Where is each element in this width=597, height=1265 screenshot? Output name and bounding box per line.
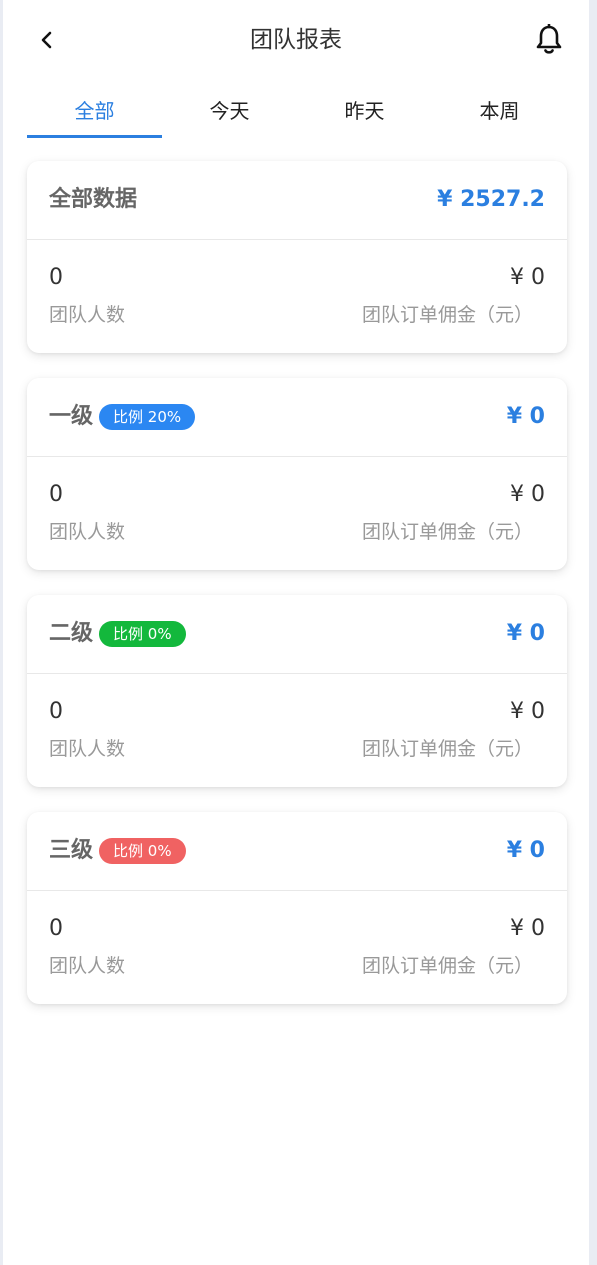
tab-all[interactable]: 全部	[27, 88, 162, 138]
member-count-label: 团队人数	[49, 521, 126, 543]
header-bar: 团队报表	[3, 0, 589, 82]
card-header: 一级 比例 20% ¥ 0	[27, 378, 567, 457]
card-total-amount: ¥ 0	[506, 838, 545, 863]
card-header: 全部数据 ¥ 2527.2	[27, 161, 567, 240]
summary-card-level1: 一级 比例 20% ¥ 0 0 ¥ 0 团队人数 团队订单佣金（元）	[27, 378, 567, 570]
card-title: 全部数据	[49, 183, 137, 217]
tab-today[interactable]: 今天	[162, 88, 297, 138]
tab-this-week[interactable]: 本周	[432, 88, 567, 138]
commission-label: 团队订单佣金（元）	[361, 955, 533, 977]
commission-value: ¥ 0	[510, 265, 545, 290]
commission-label: 团队订单佣金（元）	[361, 521, 533, 543]
card-body: 0 ¥ 0 团队人数 团队订单佣金（元）	[27, 457, 567, 570]
team-report-page: 团队报表 全部 今天 昨天 本周 全部数据 ¥ 2527.2 0 ¥ 0 团队人…	[3, 0, 589, 1265]
member-count-value: 0	[49, 699, 63, 724]
commission-value: ¥ 0	[510, 482, 545, 507]
member-count-value: 0	[49, 482, 63, 507]
card-total-amount: ¥ 2527.2	[437, 187, 545, 212]
card-body: 0 ¥ 0 团队人数 团队订单佣金（元）	[27, 240, 567, 353]
commission-value: ¥ 0	[510, 916, 545, 941]
member-count-label: 团队人数	[49, 955, 126, 977]
commission-label: 团队订单佣金（元）	[361, 738, 533, 760]
page-title: 团队报表	[250, 27, 342, 53]
bell-icon	[536, 24, 562, 54]
member-count-value: 0	[49, 916, 63, 941]
summary-card-all: 全部数据 ¥ 2527.2 0 ¥ 0 团队人数 团队订单佣金（元）	[27, 161, 567, 353]
card-title: 三级 比例 0%	[49, 834, 186, 868]
card-title-text: 全部数据	[49, 187, 138, 212]
card-total-amount: ¥ 0	[506, 621, 545, 646]
card-total-amount: ¥ 0	[506, 404, 545, 429]
card-body: 0 ¥ 0 团队人数 团队订单佣金（元）	[27, 891, 567, 1004]
card-title-text: 三级	[49, 838, 94, 863]
commission-value: ¥ 0	[510, 699, 545, 724]
card-header: 二级 比例 0% ¥ 0	[27, 595, 567, 674]
member-count-label: 团队人数	[49, 738, 126, 760]
member-count-value: 0	[49, 265, 63, 290]
ratio-badge: 比例 20%	[99, 404, 196, 430]
card-title: 二级 比例 0%	[49, 617, 186, 651]
card-body: 0 ¥ 0 团队人数 团队订单佣金（元）	[27, 674, 567, 787]
member-count-label: 团队人数	[49, 304, 126, 326]
card-title: 一级 比例 20%	[49, 400, 196, 434]
ratio-badge: 比例 0%	[99, 838, 186, 864]
summary-card-level2: 二级 比例 0% ¥ 0 0 ¥ 0 团队人数 团队订单佣金（元）	[27, 595, 567, 787]
card-title-text: 一级	[49, 404, 94, 429]
notification-button[interactable]	[531, 22, 567, 58]
tab-yesterday[interactable]: 昨天	[297, 88, 432, 138]
summary-card-level3: 三级 比例 0% ¥ 0 0 ¥ 0 团队人数 团队订单佣金（元）	[27, 812, 567, 1004]
card-header: 三级 比例 0% ¥ 0	[27, 812, 567, 891]
date-filter-tabs: 全部 今天 昨天 本周	[27, 88, 567, 138]
card-title-text: 二级	[49, 621, 94, 646]
ratio-badge: 比例 0%	[99, 621, 186, 647]
commission-label: 团队订单佣金（元）	[361, 304, 533, 326]
